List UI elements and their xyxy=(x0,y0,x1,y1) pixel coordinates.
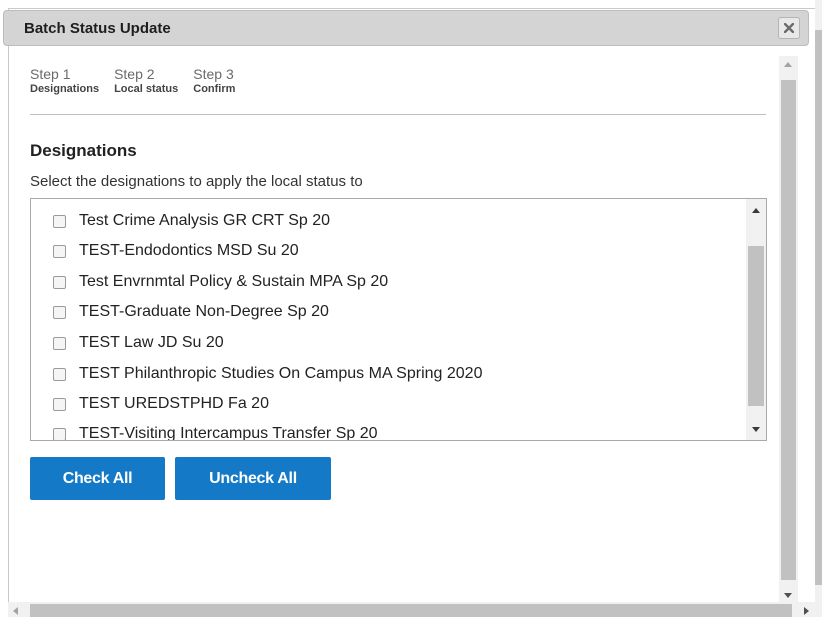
step-name: Local status xyxy=(114,83,179,95)
designation-label: TEST-Visiting Intercampus Transfer Sp 20 xyxy=(79,425,378,441)
close-button[interactable] xyxy=(778,17,800,39)
step-number: Step 2 xyxy=(114,66,155,82)
step-divider xyxy=(30,114,766,115)
step-number: Step 3 xyxy=(193,66,234,82)
designation-checkbox[interactable] xyxy=(53,275,66,289)
list-item[interactable]: TEST-Endodontics MSD Su 20 xyxy=(53,239,299,263)
scroll-up-icon[interactable] xyxy=(752,208,760,213)
check-all-button[interactable]: Check All xyxy=(30,457,165,500)
designation-label: TEST-Endodontics MSD Su 20 xyxy=(79,242,299,259)
designation-checkbox[interactable] xyxy=(53,427,66,440)
list-item[interactable]: Test Envrnmtal Policy & Sustain MPA Sp 2… xyxy=(53,270,388,294)
step-name: Designations xyxy=(30,83,100,95)
section-description: Select the designations to apply the loc… xyxy=(30,173,363,190)
uncheck-all-button[interactable]: Uncheck All xyxy=(175,457,331,500)
step-name: Confirm xyxy=(193,83,236,95)
designation-checkbox[interactable] xyxy=(53,336,66,350)
step-number: Step 1 xyxy=(30,66,71,82)
designation-checkbox[interactable] xyxy=(53,367,66,381)
scroll-thumb[interactable] xyxy=(781,80,796,580)
horizontal-scrollbar[interactable] xyxy=(8,602,815,617)
designation-checkbox[interactable] xyxy=(53,305,66,319)
scroll-down-icon[interactable] xyxy=(752,427,760,432)
step-designations[interactable]: Step 1 Designations xyxy=(30,67,99,96)
designation-label: Test Envrnmtal Policy & Sustain MPA Sp 2… xyxy=(79,273,389,290)
dialog-scrollbar[interactable] xyxy=(779,56,798,603)
page-scrollbar[interactable] xyxy=(815,0,822,617)
designation-checkbox[interactable] xyxy=(53,397,66,411)
designation-checkbox[interactable] xyxy=(53,244,66,258)
scroll-thumb[interactable] xyxy=(748,246,764,406)
dialog-title: Batch Status Update xyxy=(24,20,171,37)
list-item[interactable]: TEST UREDSTPHD Fa 20 xyxy=(53,392,269,416)
list-item[interactable]: Test Crime Analysis GR CRT Sp 20 xyxy=(53,209,330,233)
listbox-scrollbar[interactable] xyxy=(746,199,766,440)
designation-label: TEST Law JD Su 20 xyxy=(79,334,224,351)
scroll-thumb[interactable] xyxy=(815,30,822,585)
designation-label: TEST Philanthropic Studies On Campus MA … xyxy=(79,365,483,382)
designation-checkbox[interactable] xyxy=(53,214,66,228)
scroll-left-icon[interactable] xyxy=(13,607,18,615)
designation-label: TEST-Graduate Non-Degree Sp 20 xyxy=(79,303,329,320)
dialog-titlebar: Batch Status Update xyxy=(3,10,809,46)
designation-label: Test Crime Analysis GR CRT Sp 20 xyxy=(79,212,331,229)
step-local-status[interactable]: Step 2 Local status xyxy=(114,67,178,96)
list-item[interactable]: TEST-Graduate Non-Degree Sp 20 xyxy=(53,300,329,324)
list-item[interactable]: TEST-Visiting Intercampus Transfer Sp 20 xyxy=(53,422,378,441)
section-title: Designations xyxy=(30,141,137,160)
scroll-up-icon[interactable] xyxy=(784,62,792,67)
step-confirm[interactable]: Step 3 Confirm xyxy=(193,67,235,96)
scroll-thumb[interactable] xyxy=(30,604,792,617)
scroll-down-icon[interactable] xyxy=(784,593,792,598)
close-icon xyxy=(784,23,794,33)
scroll-right-icon[interactable] xyxy=(804,607,809,615)
list-item[interactable]: TEST Philanthropic Studies On Campus MA … xyxy=(53,362,482,386)
designations-listbox[interactable]: Test Crime Analysis GR CRT Sp 20 TEST-En… xyxy=(30,198,767,441)
designation-label: TEST UREDSTPHD Fa 20 xyxy=(79,395,269,412)
list-item[interactable]: TEST Law JD Su 20 xyxy=(53,331,224,355)
wizard-steps: Step 1 Designations Step 2 Local status … xyxy=(30,67,250,96)
